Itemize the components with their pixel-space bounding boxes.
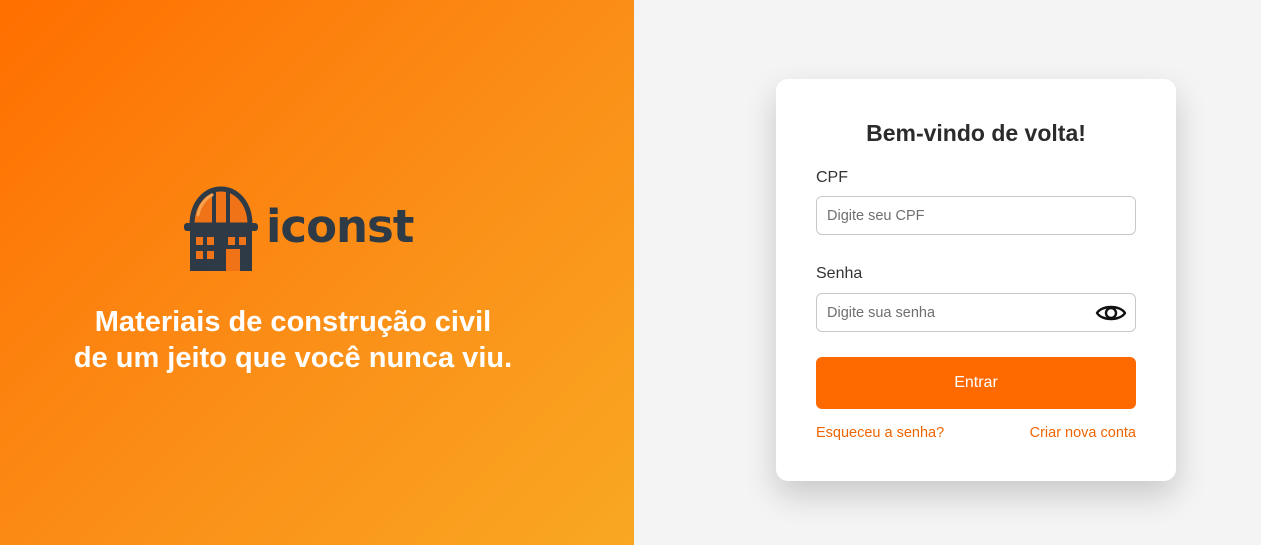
- create-account-link[interactable]: Criar nova conta: [1030, 425, 1136, 441]
- cpf-label: CPF: [816, 169, 848, 186]
- login-panel: Bem-vindo de volta! CPF Senha Entrar Esq…: [634, 0, 1261, 545]
- forgot-password-link[interactable]: Esqueceu a senha?: [816, 425, 944, 441]
- hardhat-building-icon: [184, 186, 258, 271]
- password-label: Senha: [816, 265, 863, 282]
- cpf-field-wrapper: [816, 196, 1136, 235]
- login-card: Bem-vindo de volta! CPF Senha Entrar Esq…: [776, 79, 1176, 481]
- password-input[interactable]: [817, 294, 1135, 331]
- hero-tagline: Materiais de construção civil de um jeit…: [0, 304, 586, 376]
- hero-panel: iconst Materiais de construção civil de …: [0, 0, 634, 545]
- eye-icon[interactable]: [1095, 301, 1127, 325]
- cpf-input[interactable]: [817, 197, 1135, 234]
- tagline-line-2: de um jeito que você nunca viu.: [73, 342, 513, 374]
- login-title: Bem-vindo de volta!: [866, 120, 1086, 146]
- tagline-line-1: Materiais de construção civil: [94, 306, 492, 338]
- brand-logo: iconst: [182, 185, 414, 273]
- password-field-wrapper: [816, 293, 1136, 332]
- submit-button[interactable]: Entrar: [816, 357, 1136, 409]
- brand-name: iconst: [266, 199, 414, 253]
- login-page: iconst Materiais de construção civil de …: [0, 0, 1261, 545]
